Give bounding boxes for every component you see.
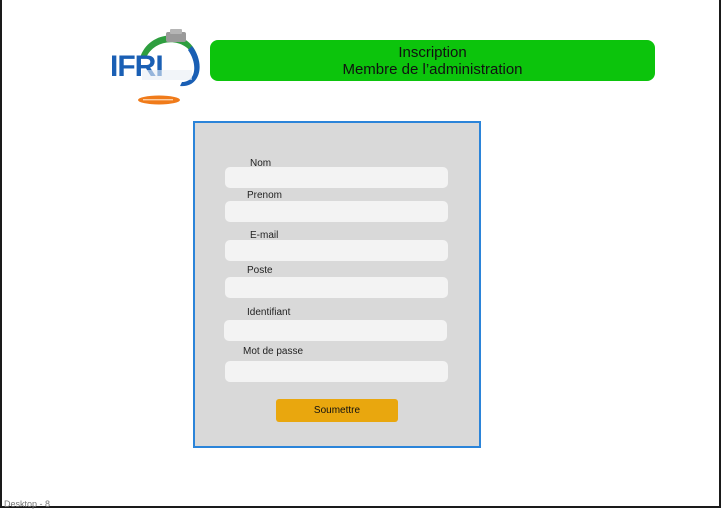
nom-input[interactable]	[225, 167, 448, 188]
prenom-input[interactable]	[225, 201, 448, 222]
password-input[interactable]	[225, 361, 448, 382]
identifiant-label: Identifiant	[247, 307, 291, 318]
desktop-frame: IFRI Inscription Membre de l’administrat…	[0, 0, 721, 509]
page-title: Inscription	[398, 44, 467, 61]
poste-input[interactable]	[225, 277, 448, 298]
page-subtitle: Membre de l’administration	[342, 61, 523, 78]
password-label: Mot de passe	[243, 346, 304, 357]
frame-label: Desktop - 8	[4, 499, 51, 509]
email-input[interactable]	[225, 240, 448, 261]
submit-button[interactable]: Soumettre	[276, 399, 398, 422]
poste-label: Poste	[247, 265, 273, 276]
prenom-label: Prenom	[247, 190, 283, 201]
header-banner: Inscription Membre de l’administration	[210, 40, 655, 81]
ifri-logo-icon: IFRI	[110, 28, 202, 108]
identifiant-input[interactable]	[224, 320, 447, 341]
registration-form: Nom Prenom E-mail Poste Identifiant Mot …	[193, 121, 481, 448]
